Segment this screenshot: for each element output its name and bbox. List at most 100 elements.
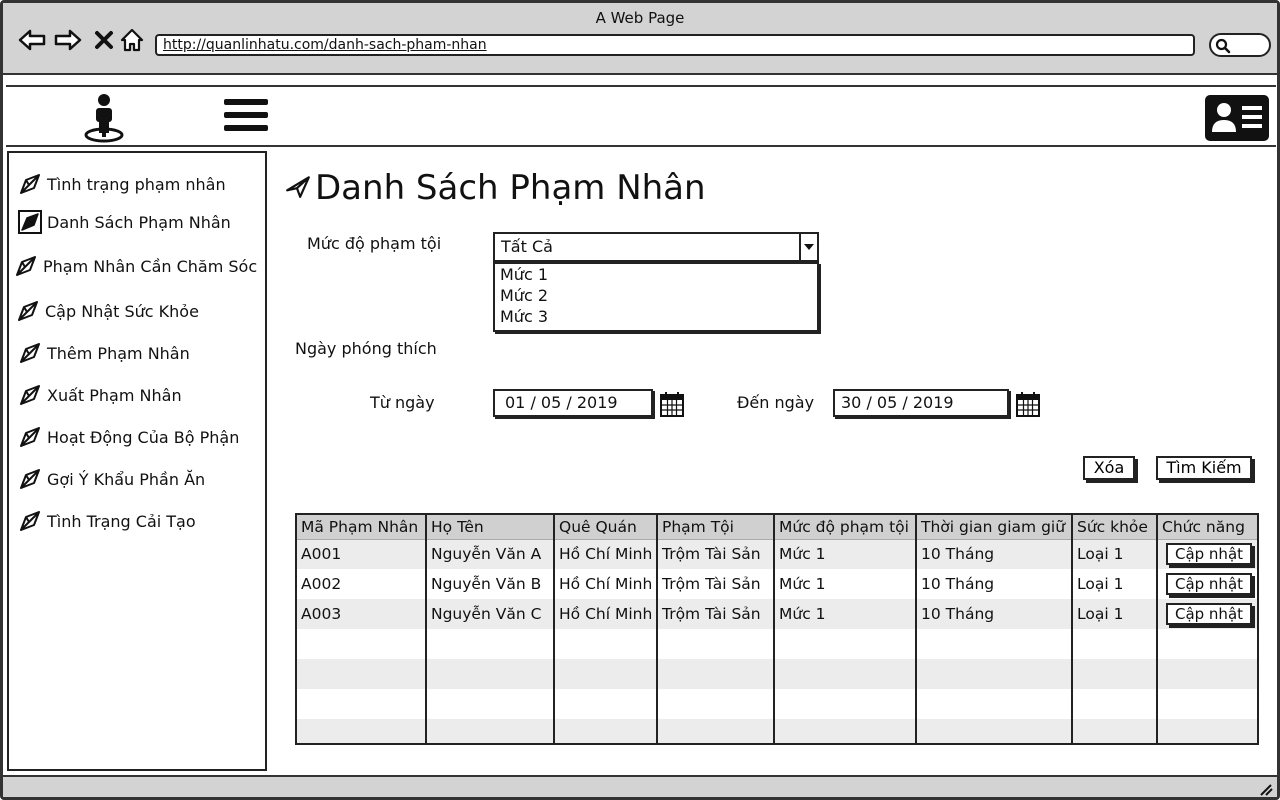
sidebar-item-label: Tình Trạng Cải Tạo [47,511,196,531]
back-icon[interactable] [17,25,47,55]
sidebar: Tình trạng phạm nhân Danh Sách Phạm Nhân… [7,151,267,771]
sidebar-item-tinh-trang-cai-tao[interactable]: Tình Trạng Cải Tạo [17,508,196,534]
prisoner-table: Mã Phạm Nhân Họ Tên Quê Quán Phạm Tội Mứ… [295,513,1259,745]
forward-icon[interactable] [53,25,83,55]
browser-titlebar: A Web Page http://quanlinhatu.com/danh-s… [3,3,1277,75]
cell-hometown: Hồ Chí Minh [554,539,658,569]
severity-option[interactable]: Mức 3 [495,306,817,327]
sidebar-item-goi-y-khau-phan-an[interactable]: Gợi Ý Khẩu Phần Ăn [17,466,205,492]
browser-statusbar [3,775,1277,797]
update-button[interactable]: Cập nhật [1166,573,1252,595]
cell-id: A003 [297,599,427,629]
severity-selected-value: Tất Cả [501,237,553,256]
cell-action: Cập nhật [1157,569,1257,599]
chevron-down-icon[interactable] [799,234,817,260]
cell-duration: 10 Tháng [916,569,1073,599]
column-header[interactable]: Mức độ phạm tội [774,515,917,540]
severity-dropdown: Mức 1 Mức 2 Mức 3 [493,262,819,332]
severity-option[interactable]: Mức 1 [495,264,817,285]
column-header[interactable]: Họ Tên [426,515,555,540]
window-title: A Web Page [595,9,685,27]
paper-plane-icon [15,298,41,324]
paper-plane-icon [17,424,43,450]
cell-name: Nguyễn Văn A [426,539,555,569]
browser-search-field[interactable] [1209,33,1271,57]
search-icon [1215,38,1231,58]
severity-option[interactable]: Mức 2 [495,285,817,306]
column-header[interactable]: Thời gian giam giữ [916,515,1073,540]
resize-grip-icon[interactable] [1259,781,1273,800]
to-date-field[interactable]: 30 / 05 / 2019 [833,389,1009,417]
cell-action: Cập nhật [1157,539,1257,569]
page-title-text: Danh Sách Phạm Nhân [315,168,706,208]
column-header[interactable]: Chức năng [1157,515,1257,540]
sidebar-item-label: Hoạt Động Của Bộ Phận [47,427,240,447]
cell-health: Loại 1 [1072,599,1158,629]
home-icon[interactable] [117,25,147,55]
paper-plane-icon [17,340,43,366]
table-row[interactable]: A002 Nguyễn Văn B Hồ Chí Minh Trộm Tài S… [297,569,1257,599]
release-date-label: Ngày phóng thích [295,339,437,358]
from-date-field[interactable]: 01 / 05 / 2019 [493,389,653,417]
table-row-empty [297,719,1257,743]
sidebar-item-danh-sach-pham-nhan[interactable]: Danh Sách Phạm Nhân [17,209,231,235]
cell-duration: 10 Tháng [916,599,1073,629]
cell-level: Mức 1 [774,599,917,629]
table-row-empty [297,659,1257,689]
cell-health: Loại 1 [1072,539,1158,569]
sidebar-item-pham-nhan-can-cham-soc[interactable]: Phạm Nhân Cần Chăm Sóc [13,253,257,279]
column-header[interactable]: Quê Quán [554,515,658,540]
page-title: Danh Sách Phạm Nhân [285,168,706,208]
table-row-empty [297,629,1257,659]
column-header[interactable]: Mã Phạm Nhân [297,515,427,540]
sidebar-item-tinh-trang-pham-nhan[interactable]: Tình trạng phạm nhân [17,171,226,197]
address-bar[interactable]: http://quanlinhatu.com/danh-sach-pham-nh… [155,34,1195,56]
sidebar-item-them-pham-nhan[interactable]: Thêm Phạm Nhân [17,340,190,366]
to-date-label: Đến ngày [737,393,815,412]
cell-id: A002 [297,569,427,599]
paper-plane-icon [285,168,311,208]
person-pin-icon[interactable] [82,93,126,147]
sidebar-item-xuat-pham-nhan[interactable]: Xuất Phạm Nhân [17,382,182,408]
severity-select[interactable]: Tất Cả [493,232,819,262]
cell-crime: Trộm Tài Sản [657,569,775,599]
cell-level: Mức 1 [774,569,917,599]
column-header[interactable]: Sức khỏe [1072,515,1158,540]
sidebar-item-label: Danh Sách Phạm Nhân [47,212,231,232]
sidebar-item-hoat-dong-cua-bo-phan[interactable]: Hoạt Động Của Bộ Phận [17,424,239,450]
paper-plane-icon [17,209,43,235]
browser-window: A Web Page http://quanlinhatu.com/danh-s… [0,0,1280,800]
cell-name: Nguyễn Văn B [426,569,555,599]
search-button[interactable]: Tìm Kiếm [1156,456,1252,480]
sidebar-item-label: Tình trạng phạm nhân [47,174,226,194]
id-card-icon[interactable] [1204,92,1270,144]
update-button[interactable]: Cập nhật [1166,543,1252,566]
cell-hometown: Hồ Chí Minh [554,569,658,599]
sidebar-item-cap-nhat-suc-khoe[interactable]: Cập Nhật Sức Khỏe [15,298,199,324]
hamburger-menu-icon[interactable] [224,99,268,135]
table-row-empty [297,689,1257,719]
calendar-icon[interactable] [660,391,684,417]
table-row[interactable]: A001 Nguyễn Văn A Hồ Chí Minh Trộm Tài S… [297,539,1257,569]
cell-hometown: Hồ Chí Minh [554,599,658,629]
cell-duration: 10 Tháng [916,539,1073,569]
from-date-label: Từ ngày [370,393,435,412]
close-icon[interactable] [89,25,119,55]
cell-level: Mức 1 [774,539,917,569]
paper-plane-icon [17,466,43,492]
table-row[interactable]: A003 Nguyễn Văn C Hồ Chí Minh Trộm Tài S… [297,599,1257,629]
paper-plane-icon [17,382,43,408]
cell-action: Cập nhật [1157,599,1257,629]
cell-name: Nguyễn Văn C [426,599,555,629]
column-header[interactable]: Phạm Tội [657,515,775,540]
cell-crime: Trộm Tài Sản [657,539,775,569]
paper-plane-icon [17,171,43,197]
paper-plane-icon [17,508,43,534]
clear-button[interactable]: Xóa [1083,456,1135,480]
sidebar-item-label: Cập Nhật Sức Khỏe [45,301,199,321]
update-button[interactable]: Cập nhật [1166,603,1252,625]
table-header-row: Mã Phạm Nhân Họ Tên Quê Quán Phạm Tội Mứ… [297,515,1257,540]
cell-crime: Trộm Tài Sản [657,599,775,629]
cell-id: A001 [297,539,427,569]
calendar-icon[interactable] [1016,391,1040,417]
